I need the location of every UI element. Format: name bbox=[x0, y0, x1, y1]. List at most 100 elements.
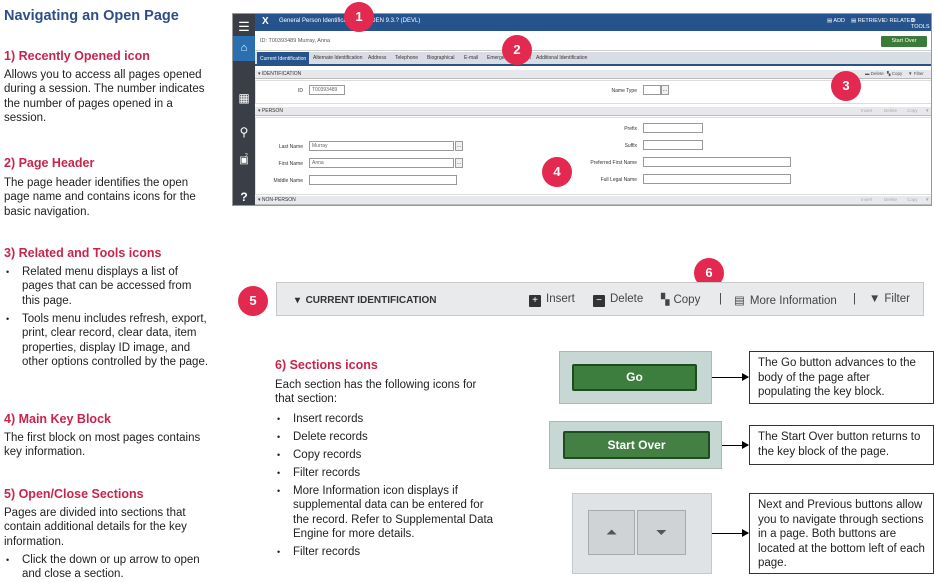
copy-button[interactable]: ▚ Copy bbox=[661, 293, 700, 306]
insert-icon[interactable]: Insert bbox=[861, 197, 872, 202]
copy-icon[interactable]: Copy bbox=[907, 108, 918, 113]
arrow bbox=[722, 441, 749, 449]
tab-bar: Current Identification Alternate Identif… bbox=[255, 52, 931, 66]
heading-open-close: 5) Open/Close Sections bbox=[4, 487, 144, 501]
callout-1: 1 bbox=[344, 2, 374, 32]
heading-section-icons: 6) Sections icons bbox=[275, 358, 378, 372]
bullet-more-info: More Information icon displays if supple… bbox=[275, 484, 500, 541]
insert-icon[interactable]: Insert bbox=[861, 108, 872, 113]
arrow bbox=[712, 529, 749, 537]
callout-2: 2 bbox=[502, 35, 532, 65]
separator: | bbox=[719, 293, 722, 305]
section-bar-example: ▾ CURRENT IDENTIFICATION + Insert − Delete… bbox=[276, 282, 924, 316]
text-section-icons: Each section has the following icons for… bbox=[275, 379, 477, 406]
tab-alternate-identification[interactable]: Alternate Identification bbox=[313, 55, 362, 61]
apps-grid-icon[interactable]: ▦ bbox=[233, 91, 255, 105]
tab-address[interactable]: Address bbox=[368, 55, 386, 61]
more-information-button[interactable]: ▤ More Information bbox=[734, 293, 837, 307]
start-over-example-button[interactable]: Start Over bbox=[563, 431, 710, 459]
insert-icon: + bbox=[529, 295, 541, 307]
tab-telephone[interactable]: Telephone bbox=[395, 55, 418, 61]
last-name-field[interactable]: Murray bbox=[309, 141, 454, 151]
prefix-field[interactable] bbox=[643, 123, 703, 133]
full-legal-name-field[interactable] bbox=[643, 174, 791, 184]
separator: | bbox=[853, 293, 856, 305]
preferred-first-name-label: Preferred First Name bbox=[590, 160, 637, 166]
related-button[interactable]: ⚇ RELATED bbox=[883, 18, 914, 24]
filter-icon[interactable]: ▼ Filter bbox=[908, 71, 924, 76]
section-person-header[interactable]: ▾ PERSON Insert Delete Copy ▼ bbox=[255, 107, 931, 116]
add-button[interactable]: ▤ ADD bbox=[827, 18, 845, 24]
section-nonperson-header[interactable]: ▾ NON-PERSON Insert Delete Copy ▼ bbox=[255, 196, 931, 205]
insert-button[interactable]: + Insert bbox=[529, 293, 575, 307]
last-name-lookup[interactable]: … bbox=[455, 141, 463, 151]
first-name-lookup[interactable]: … bbox=[455, 158, 463, 168]
bullet-tools: Tools menu includes refresh, export, pri… bbox=[4, 312, 212, 369]
delete-icon[interactable]: Delete bbox=[884, 197, 897, 202]
text-page-header: The page header identifies the open page… bbox=[4, 177, 196, 218]
recently-opened-icon[interactable]: ▣ 2 bbox=[233, 153, 255, 166]
bullet-filter-2: Filter records bbox=[275, 545, 500, 560]
first-name-label: First Name bbox=[278, 161, 303, 167]
suffix-label: Suffix bbox=[624, 143, 637, 149]
go-button[interactable]: Go bbox=[572, 364, 697, 391]
bullet-filter: Filter records bbox=[275, 466, 500, 481]
name-type-label: Name Type bbox=[611, 88, 637, 94]
callout-3: 3 bbox=[831, 71, 861, 101]
filter-icon: ▼ bbox=[869, 293, 881, 305]
delete-button[interactable]: − Delete bbox=[593, 293, 643, 307]
preferred-first-name-field[interactable] bbox=[643, 157, 791, 167]
tab-email[interactable]: E-mail bbox=[464, 55, 478, 61]
copy-icon[interactable]: Copy bbox=[907, 197, 918, 202]
heading-related-tools: 3) Related and Tools icons bbox=[4, 246, 162, 260]
callout-4: 4 bbox=[542, 157, 572, 187]
copy-icon[interactable]: ▚ Copy bbox=[887, 71, 902, 77]
bullet-delete: Delete records bbox=[275, 430, 500, 445]
help-icon[interactable]: ? bbox=[233, 190, 255, 204]
last-name-label: Last Name bbox=[278, 144, 303, 150]
tools-button[interactable]: ⚙ TOOLS bbox=[911, 18, 931, 30]
search-icon[interactable]: ⚲ bbox=[233, 125, 255, 139]
left-rail: ☰ ⌂ ▦ ⚲ ▣ 2 ? bbox=[233, 14, 255, 205]
recent-count: 2 bbox=[245, 153, 248, 159]
next-section-icon[interactable]: ⏷ bbox=[637, 510, 686, 555]
id-field[interactable]: T00393489 bbox=[309, 85, 345, 95]
start-over-button[interactable]: Start Over bbox=[881, 36, 927, 47]
go-description: The Go button advances to the body of th… bbox=[749, 351, 934, 404]
home-icon[interactable]: ⌂ bbox=[233, 36, 255, 61]
close-button[interactable]: X bbox=[262, 16, 269, 27]
nav-description: Next and Previous buttons allow you to n… bbox=[749, 493, 934, 574]
middle-name-field[interactable] bbox=[309, 175, 457, 185]
section-identification-header[interactable]: ▾ IDENTIFICATION ▬ Delete ▚ Copy ▼ Filte… bbox=[255, 70, 931, 79]
bullet-open-close: Click the down or up arrow to open and c… bbox=[4, 553, 212, 582]
text-open-close: Pages are divided into sections that con… bbox=[4, 507, 187, 548]
section-person-title: ▾ PERSON bbox=[258, 108, 284, 114]
copy-icon: ▚ bbox=[661, 294, 670, 306]
bullet-copy: Copy records bbox=[275, 448, 500, 463]
section-nonperson-title: ▾ NON-PERSON bbox=[258, 197, 296, 203]
bullet-insert: Insert records bbox=[275, 412, 500, 427]
section-bar-title[interactable]: ▾ CURRENT IDENTIFICATION bbox=[295, 295, 437, 306]
retrieve-button[interactable]: ▤ RETRIEVE bbox=[851, 18, 885, 24]
name-type-field[interactable] bbox=[643, 85, 661, 95]
banner-screenshot: ☰ ⌂ ▦ ⚲ ▣ 2 ? X General Person Identifica… bbox=[232, 13, 932, 206]
tab-current-identification[interactable]: Current Identification bbox=[257, 52, 310, 66]
delete-icon[interactable]: ▬ Delete bbox=[865, 71, 884, 76]
text-recent-icon: Allows you to access all pages opened du… bbox=[4, 69, 205, 124]
bullet-related: Related menu displays a list of pages th… bbox=[4, 265, 212, 308]
delete-icon[interactable]: Delete bbox=[884, 108, 897, 113]
tab-biographical[interactable]: Biographical bbox=[427, 55, 455, 61]
filter-button[interactable]: ▼ Filter bbox=[869, 293, 910, 305]
previous-section-icon[interactable]: ⏶ bbox=[588, 510, 635, 555]
filter-icon[interactable]: ▼ bbox=[925, 108, 929, 113]
text-key-block: The first block on most pages contains k… bbox=[4, 432, 201, 459]
page-title: Navigating an Open Page bbox=[4, 8, 179, 24]
tab-additional-identification[interactable]: Additional Identification bbox=[536, 55, 587, 61]
document-icon: ▤ bbox=[734, 295, 745, 307]
heading-page-header: 2) Page Header bbox=[4, 156, 95, 170]
name-type-lookup[interactable]: … bbox=[661, 85, 669, 95]
menu-icon[interactable]: ☰ bbox=[233, 19, 255, 35]
first-name-field[interactable]: Anna bbox=[309, 158, 454, 168]
filter-icon[interactable]: ▼ bbox=[925, 197, 929, 202]
suffix-field[interactable] bbox=[643, 140, 703, 150]
